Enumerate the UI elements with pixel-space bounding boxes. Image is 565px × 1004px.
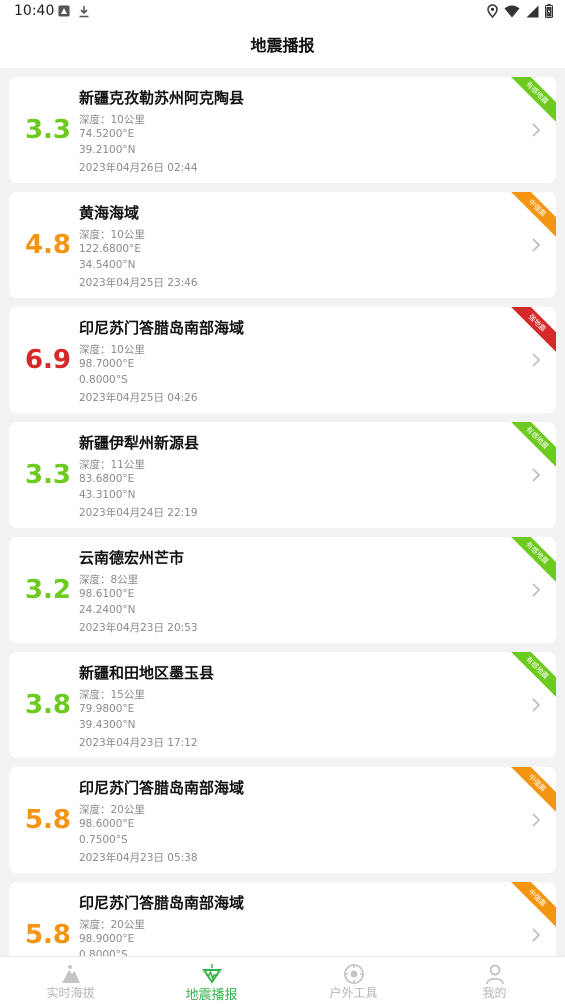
quake-latitude: 43.3100°N — [79, 489, 136, 501]
wifi-icon — [504, 5, 520, 17]
nav-label: 我的 — [482, 986, 507, 1000]
quake-longitude: 98.9000°E — [79, 933, 135, 945]
quake-longitude: 79.9800°E — [79, 703, 135, 715]
signal-icon — [526, 5, 539, 17]
bottom-navigation: 实时海拔 地震播报 户外工具 我的 — [0, 956, 565, 1004]
earthquake-card[interactable]: 5.8 印尼苏门答腊岛南部海域深度：20公里 98.9000°E 0.8000°S 中强… — [9, 882, 556, 956]
nav-item-3[interactable]: 我的 — [424, 957, 565, 1004]
person-icon — [486, 964, 504, 985]
quake-location: 新疆伊犁州新源县 — [79, 434, 200, 452]
magnitude-value: 6.9 — [24, 345, 72, 375]
magnitude-value: 3.2 — [24, 575, 72, 605]
intensity-ribbon: 有感地震 — [505, 422, 556, 470]
chevron-right-icon — [532, 698, 541, 712]
quake-latitude: 39.2100°N — [79, 144, 136, 156]
quake-location: 新疆克孜勒苏州阿克陶县 — [79, 89, 245, 107]
quake-depth: 深度：10公里 — [79, 229, 145, 241]
app-screen: 10:40 地震播报 3.3 新疆克孜勒苏州阿克陶县 深度：10公里 74.52… — [0, 0, 565, 1004]
location-icon — [487, 4, 498, 18]
quake-longitude: 98.7000°E — [79, 358, 135, 370]
earthquake-card[interactable]: 3.8 新疆和田地区墨玉县深度：15公里 79.9800°E 39.4300°N 202… — [9, 652, 556, 758]
quake-longitude: 98.6100°E — [79, 588, 135, 600]
quake-time: 2023年04月23日 05:38 — [79, 852, 198, 864]
app-notification-icon — [58, 5, 70, 17]
earthquake-card[interactable]: 5.8 印尼苏门答腊岛南部海域深度：20公里 98.6000°E 0.7500°S 20… — [9, 767, 556, 873]
chevron-right-icon — [532, 583, 541, 597]
nav-label: 户外工具 — [329, 986, 378, 1000]
quake-depth: 深度：20公里 — [79, 804, 145, 816]
quake-longitude: 83.6800°E — [79, 473, 135, 485]
quake-location: 新疆和田地区墨玉县 — [79, 664, 215, 682]
earthquake-card[interactable]: 3.3 新疆伊犁州新源县深度：11公里 83.6800°E 43.3100°N 2023… — [9, 422, 556, 528]
quake-longitude: 98.6000°E — [79, 818, 135, 830]
status-time: 10:40 — [14, 3, 55, 19]
quake-time: 2023年04月26日 02:44 — [79, 162, 198, 174]
intensity-ribbon: 中强震 — [505, 767, 556, 815]
quake-location: 印尼苏门答腊岛南部海域 — [79, 894, 245, 912]
quake-time: 2023年04月23日 20:53 — [79, 622, 198, 634]
quake-depth: 深度：8公里 — [79, 574, 139, 586]
earthquake-card[interactable]: 3.2 云南德宏州芒市深度：8公里 98.6100°E 24.2400°N 2023年0… — [9, 537, 556, 643]
intensity-ribbon: 有感地震 — [505, 537, 556, 585]
intensity-ribbon: 有感地震 — [505, 77, 556, 125]
battery-icon — [545, 4, 553, 18]
magnitude-value: 5.8 — [24, 805, 72, 835]
quake-time: 2023年04月24日 22:19 — [79, 507, 198, 519]
nav-item-2[interactable]: 户外工具 — [283, 957, 424, 1004]
status-bar: 10:40 — [0, 0, 565, 24]
nav-item-1[interactable]: 地震播报 — [141, 957, 282, 1004]
magnitude-value: 5.8 — [24, 920, 72, 950]
quake-location: 云南德宏州芒市 — [79, 549, 185, 567]
quake-latitude: 0.8000°S — [79, 374, 128, 386]
quake-latitude: 39.4300°N — [79, 719, 136, 731]
chevron-right-icon — [532, 928, 541, 942]
quake-location: 印尼苏门答腊岛南部海域 — [79, 319, 245, 337]
intensity-ribbon: 中强震 — [505, 192, 556, 240]
quake-latitude: 0.7500°S — [79, 834, 128, 846]
page-title: 地震播报 — [0, 24, 565, 68]
magnitude-value: 3.3 — [24, 115, 72, 145]
quake-depth: 深度：10公里 — [79, 344, 145, 356]
quake-location: 印尼苏门答腊岛南部海域 — [79, 779, 245, 797]
nav-item-0[interactable]: 实时海拔 — [0, 957, 141, 1004]
status-notification-icons — [58, 5, 90, 18]
status-system-icons — [487, 4, 553, 18]
nav-label: 实时海拔 — [46, 986, 95, 1000]
download-icon — [79, 6, 89, 18]
quake-latitude: 0.8000°S — [79, 949, 128, 956]
intensity-ribbon: 中强震 — [505, 882, 556, 930]
quake-location: 黄海海域 — [79, 204, 140, 222]
quake-depth: 深度：10公里 — [79, 114, 145, 126]
quake-time: 2023年04月25日 23:46 — [79, 277, 198, 289]
magnitude-value: 4.8 — [24, 230, 72, 260]
chevron-right-icon — [532, 238, 541, 252]
nav-label: 地震播报 — [185, 988, 238, 1003]
mountain-icon — [62, 965, 80, 983]
intensity-ribbon: 有感地震 — [505, 652, 556, 700]
magnitude-value: 3.8 — [24, 690, 72, 720]
chevron-right-icon — [532, 353, 541, 367]
magnitude-value: 3.3 — [24, 460, 72, 490]
earthquake-list[interactable]: 3.3 新疆克孜勒苏州阿克陶县深度：10公里 74.5200°E 39.2100°N 2… — [0, 68, 565, 956]
quake-depth: 深度：15公里 — [79, 689, 145, 701]
quake-depth: 深度：20公里 — [79, 919, 145, 931]
quake-time: 2023年04月23日 17:12 — [79, 737, 198, 749]
quake-latitude: 34.5400°N — [79, 259, 136, 271]
quake-longitude: 74.5200°E — [79, 128, 135, 140]
chevron-right-icon — [532, 123, 541, 137]
compass-icon — [344, 964, 364, 984]
intensity-ribbon: 强地震 — [505, 307, 556, 355]
seismic-icon — [202, 964, 222, 984]
quake-time: 2023年04月25日 04:26 — [79, 392, 198, 404]
quake-latitude: 24.2400°N — [79, 604, 136, 616]
chevron-right-icon — [532, 813, 541, 827]
earthquake-card[interactable]: 6.9 印尼苏门答腊岛南部海域深度：10公里 98.7000°E 0.8000°S 20… — [9, 307, 556, 413]
earthquake-card[interactable]: 3.3 新疆克孜勒苏州阿克陶县深度：10公里 74.5200°E 39.2100°N 2… — [9, 77, 556, 183]
quake-depth: 深度：11公里 — [79, 459, 145, 471]
quake-longitude: 122.6800°E — [79, 243, 141, 255]
earthquake-card[interactable]: 4.8 黄海海域深度：10公里 122.6800°E 34.5400°N 2023年04… — [9, 192, 556, 298]
chevron-right-icon — [532, 468, 541, 482]
